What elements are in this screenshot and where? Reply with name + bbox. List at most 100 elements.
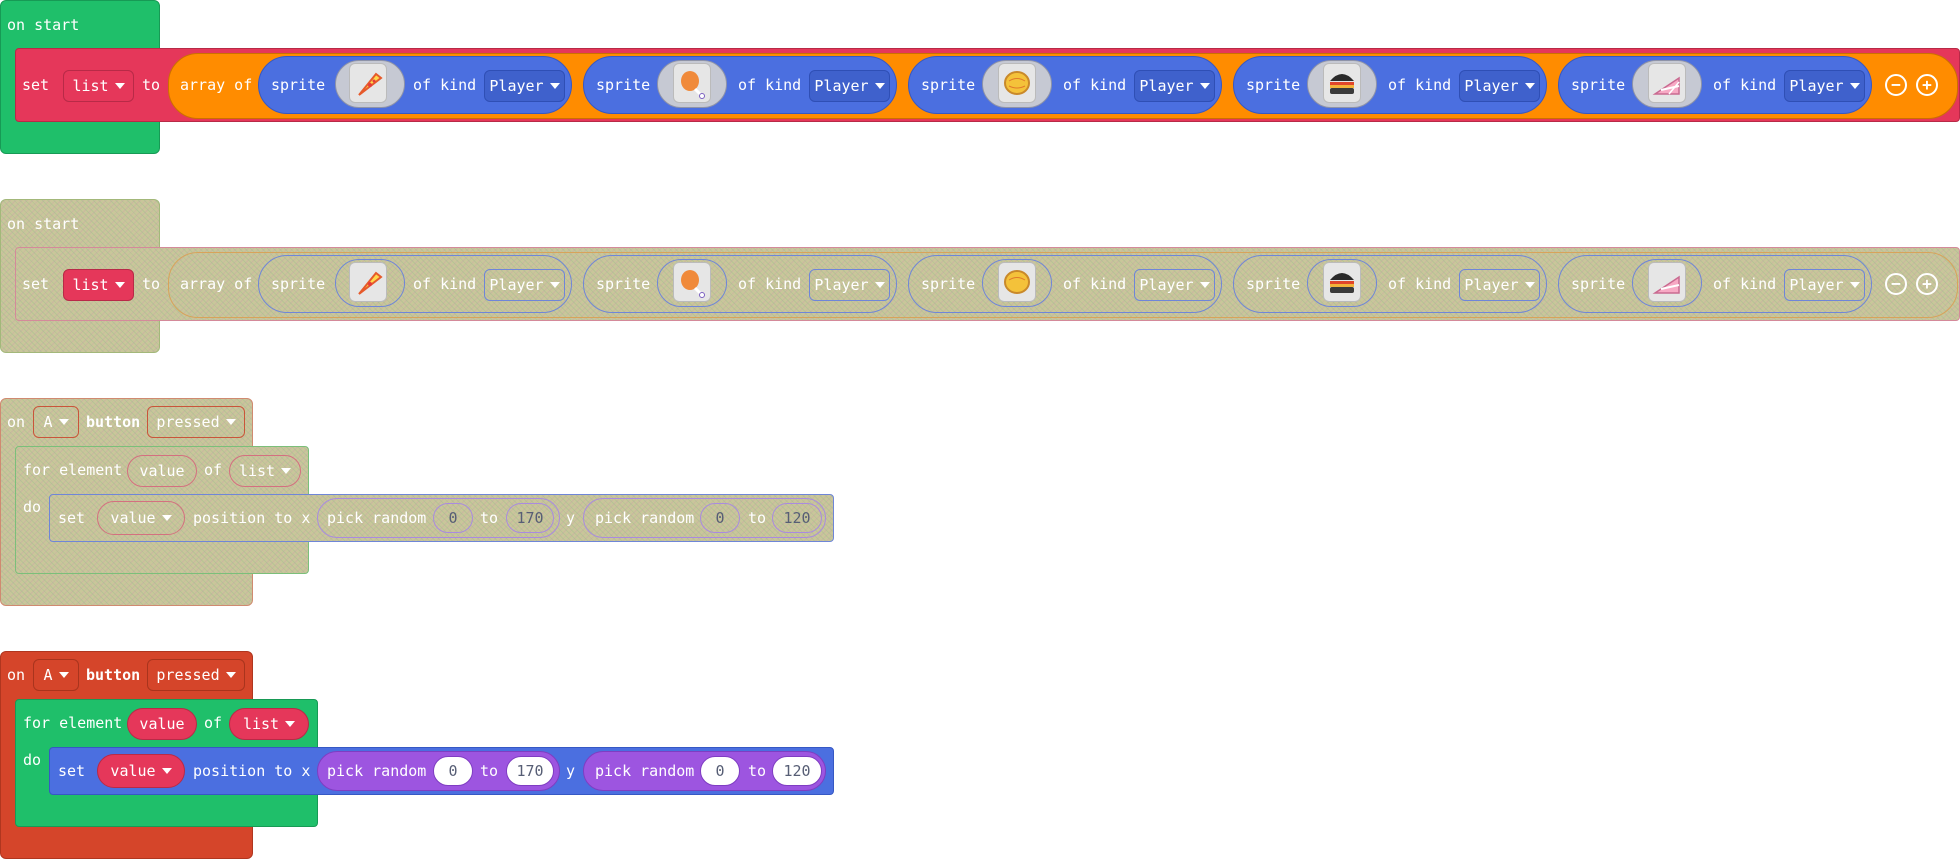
set-label: set bbox=[58, 762, 86, 780]
button-label: button bbox=[86, 666, 141, 684]
on-start-label: on start bbox=[7, 16, 80, 34]
chevron-down-icon bbox=[1524, 83, 1535, 89]
event-dropdown[interactable]: pressed bbox=[147, 406, 245, 438]
chevron-down-icon bbox=[874, 282, 885, 288]
of-kind-label: of kind bbox=[413, 76, 477, 94]
chevron-down-icon bbox=[1849, 83, 1860, 89]
chevron-down-icon bbox=[58, 672, 69, 678]
kind-dropdown[interactable]: Player bbox=[1784, 70, 1865, 102]
do-label: do bbox=[23, 498, 42, 516]
remove-item-icon[interactable]: − bbox=[1885, 273, 1907, 295]
remove-item-icon[interactable]: − bbox=[1885, 74, 1907, 96]
y-max-input[interactable]: 120 bbox=[772, 756, 822, 786]
sprite-label: sprite bbox=[921, 275, 976, 293]
kind-dropdown[interactable]: Player bbox=[484, 70, 565, 102]
chevron-down-icon bbox=[285, 721, 296, 727]
burger-icon bbox=[1323, 262, 1361, 302]
of-kind-label: of kind bbox=[1713, 275, 1777, 293]
cake-slice-icon bbox=[1648, 262, 1686, 302]
x-max-input[interactable]: 170 bbox=[506, 503, 554, 533]
chicken-leg-icon bbox=[673, 262, 711, 302]
lemon-pie-icon bbox=[998, 262, 1036, 302]
sprite-label: sprite bbox=[921, 76, 976, 94]
of-kind-label: of kind bbox=[738, 275, 802, 293]
to-label: to bbox=[480, 509, 499, 527]
y-label: y bbox=[566, 762, 576, 780]
kind-dropdown[interactable]: Player bbox=[1134, 70, 1215, 102]
set-label: set bbox=[22, 275, 50, 293]
for-element-label: for element bbox=[23, 714, 123, 732]
x-min-input[interactable]: 0 bbox=[433, 503, 473, 533]
chevron-down-icon bbox=[225, 419, 236, 425]
list-dropdown[interactable]: list bbox=[229, 708, 309, 740]
y-min-input[interactable]: 0 bbox=[700, 756, 740, 786]
sprite-label: sprite bbox=[1246, 275, 1301, 293]
x-min-input[interactable]: 0 bbox=[433, 756, 473, 786]
sprite-label: sprite bbox=[1571, 76, 1626, 94]
x-max-input[interactable]: 170 bbox=[506, 756, 554, 786]
chevron-down-icon bbox=[549, 282, 560, 288]
element-variable[interactable]: value bbox=[127, 455, 197, 487]
burger-icon bbox=[1323, 63, 1361, 103]
kind-dropdown[interactable]: Player bbox=[1134, 269, 1215, 301]
kind-dropdown[interactable]: Player bbox=[1459, 269, 1540, 301]
array-of-label: array of bbox=[180, 275, 253, 293]
do-label: do bbox=[23, 751, 42, 769]
element-variable[interactable]: value bbox=[127, 708, 197, 740]
y-max-input[interactable]: 120 bbox=[772, 503, 822, 533]
set-label: set bbox=[58, 509, 86, 527]
sprite-label: sprite bbox=[271, 76, 326, 94]
position-to-x-label: position to x bbox=[193, 762, 311, 780]
add-item-icon[interactable]: + bbox=[1916, 74, 1938, 96]
button-dropdown[interactable]: A bbox=[33, 406, 79, 438]
of-kind-label: of kind bbox=[1063, 76, 1127, 94]
of-kind-label: of kind bbox=[1388, 76, 1452, 94]
kind-dropdown[interactable]: Player bbox=[1784, 269, 1865, 301]
to-label: to bbox=[480, 762, 499, 780]
pick-random-label: pick random bbox=[327, 762, 427, 780]
kind-dropdown[interactable]: Player bbox=[809, 269, 890, 301]
chevron-down-icon bbox=[114, 282, 125, 288]
pick-random-label: pick random bbox=[327, 509, 427, 527]
kind-dropdown[interactable]: Player bbox=[1459, 70, 1540, 102]
lemon-pie-icon bbox=[998, 63, 1036, 103]
y-min-input[interactable]: 0 bbox=[700, 503, 740, 533]
chevron-down-icon bbox=[1199, 282, 1210, 288]
of-kind-label: of kind bbox=[413, 275, 477, 293]
to-label: to bbox=[142, 76, 161, 94]
of-kind-label: of kind bbox=[738, 76, 802, 94]
kind-dropdown[interactable]: Player bbox=[809, 70, 890, 102]
chevron-down-icon bbox=[225, 672, 236, 678]
sprite-label: sprite bbox=[596, 76, 651, 94]
chicken-leg-icon bbox=[673, 63, 711, 103]
chevron-down-icon bbox=[1849, 282, 1860, 288]
sprite-variable-dropdown[interactable]: value bbox=[97, 501, 185, 535]
of-kind-label: of kind bbox=[1713, 76, 1777, 94]
button-dropdown[interactable]: A bbox=[33, 659, 79, 691]
set-label: set bbox=[22, 76, 50, 94]
sprite-label: sprite bbox=[271, 275, 326, 293]
add-item-icon[interactable]: + bbox=[1916, 273, 1938, 295]
chevron-down-icon bbox=[1199, 83, 1210, 89]
to-label: to bbox=[142, 275, 161, 293]
of-label: of bbox=[204, 714, 223, 732]
sprite-label: sprite bbox=[596, 275, 651, 293]
sprite-variable-dropdown[interactable]: value bbox=[97, 754, 185, 788]
kind-dropdown[interactable]: Player bbox=[484, 269, 565, 301]
position-to-x-label: position to x bbox=[193, 509, 311, 527]
chevron-down-icon bbox=[161, 515, 172, 521]
pizza-slice-icon bbox=[349, 63, 387, 103]
sprite-label: sprite bbox=[1246, 76, 1301, 94]
pizza-slice-icon bbox=[349, 262, 387, 302]
chevron-down-icon bbox=[114, 83, 125, 89]
to-label: to bbox=[748, 762, 767, 780]
chevron-down-icon bbox=[874, 83, 885, 89]
variable-dropdown[interactable]: list bbox=[63, 70, 134, 102]
event-dropdown[interactable]: pressed bbox=[147, 659, 245, 691]
list-dropdown[interactable]: list bbox=[229, 455, 301, 487]
of-label: of bbox=[204, 461, 223, 479]
sprite-label: sprite bbox=[1571, 275, 1626, 293]
on-start-label: on start bbox=[7, 215, 80, 233]
variable-dropdown[interactable]: list bbox=[63, 269, 134, 301]
button-label: button bbox=[86, 413, 141, 431]
